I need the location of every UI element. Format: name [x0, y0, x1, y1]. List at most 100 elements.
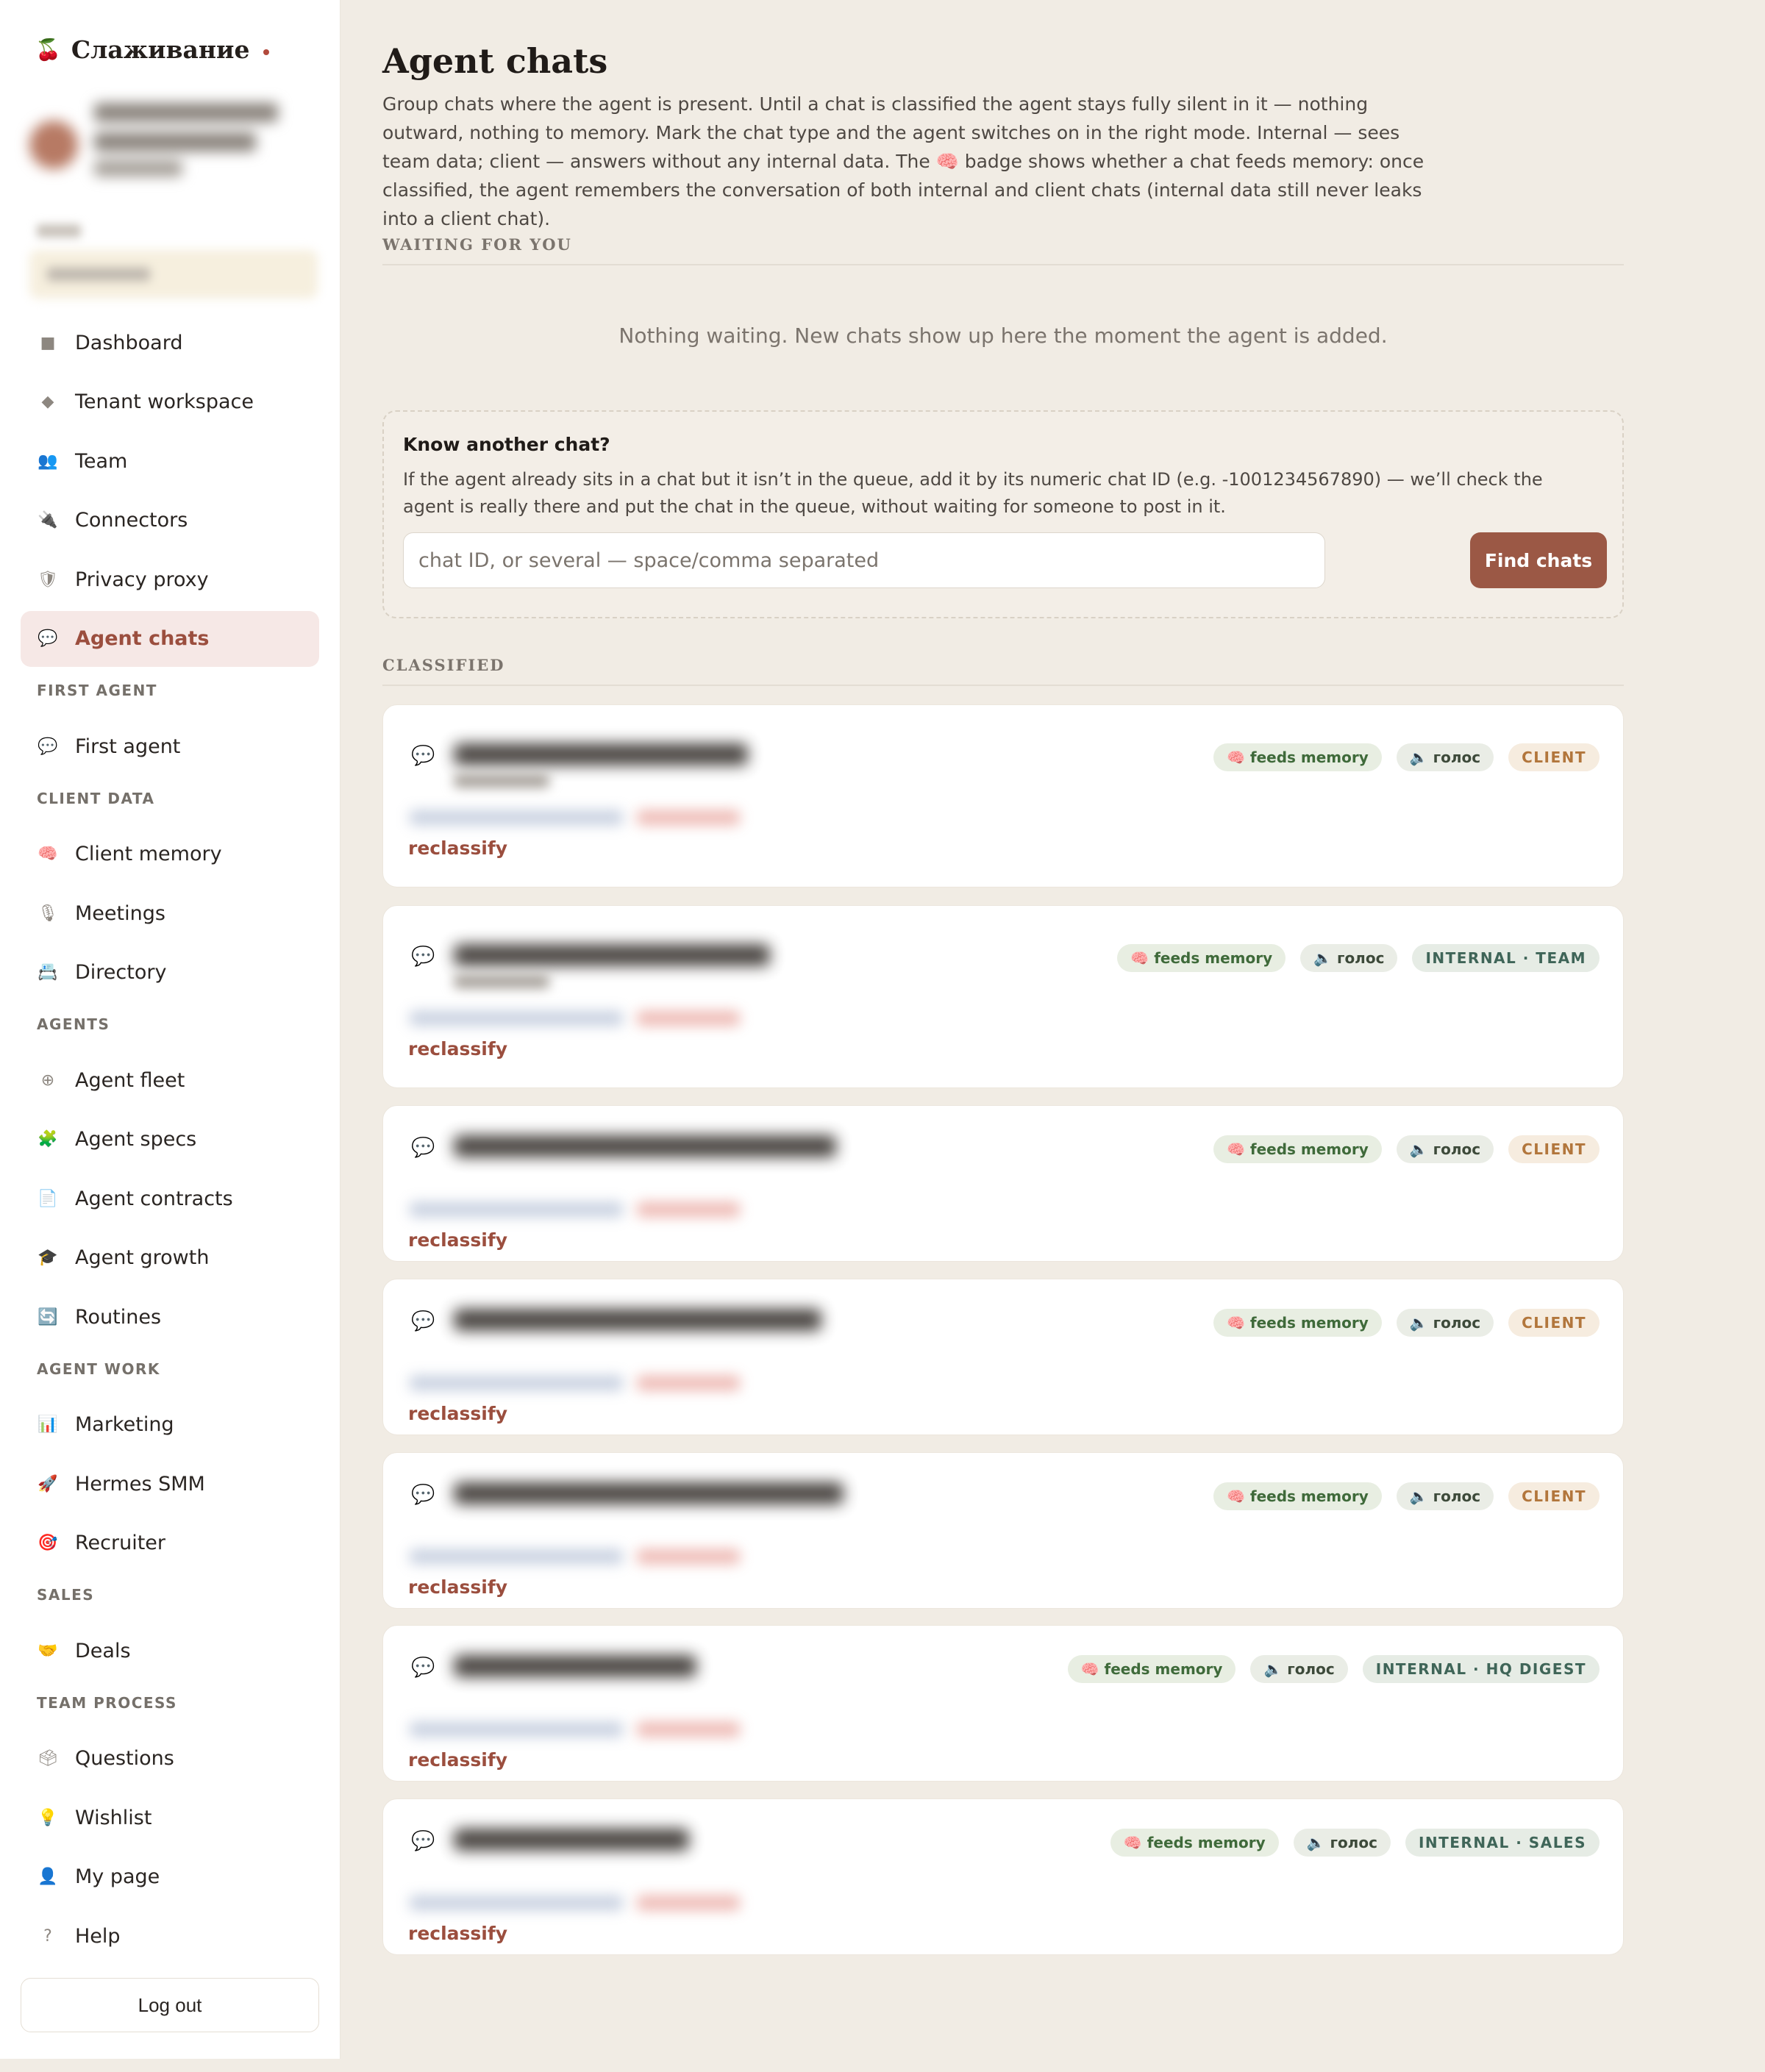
chat-title-blurred: [454, 743, 748, 765]
status-dot: [263, 49, 269, 55]
sidebar-item-help[interactable]: ? Help: [21, 1908, 319, 1964]
cherry-logo-icon: 🍒: [35, 37, 61, 62]
agent-growth-icon: 🎓: [38, 1248, 58, 1267]
chat-bubble-icon: 💬: [411, 1484, 435, 1506]
waiting-heading: WAITING FOR YOU: [382, 235, 1624, 265]
feeds-memory-badge: 🧠 feeds memory: [1213, 1309, 1382, 1337]
chat-meta-blurred: [410, 810, 623, 825]
chat-status-blurred: [637, 1549, 740, 1564]
chat-card: 💬 reclassify 🧠 feeds memory 🔈 голос CLIENT: [382, 1279, 1624, 1435]
chat-badges: 🧠 feeds memory 🔈 голос INTERNAL · SALES: [1110, 1829, 1600, 1857]
chat-type-badge: INTERNAL · TEAM: [1412, 944, 1600, 972]
sidebar-item-tenant-workspace[interactable]: ◆ Tenant workspace: [21, 374, 319, 430]
reclassify-link[interactable]: reclassify: [408, 1403, 507, 1424]
sidebar-item-agent-growth[interactable]: 🎓 Agent growth: [21, 1230, 319, 1286]
sidebar-item-label: First agent: [75, 735, 181, 758]
chat-type-badge: CLIENT: [1508, 1482, 1600, 1510]
voice-badge: 🔈 голос: [1396, 1482, 1494, 1510]
sidebar-item-agent-fleet[interactable]: ⊕ Agent fleet: [21, 1052, 319, 1108]
sidebar-item-deals[interactable]: 🤝 Deals: [21, 1623, 319, 1679]
avatar: [29, 121, 78, 169]
chat-id-input[interactable]: [403, 532, 1325, 588]
sidebar-item-connectors[interactable]: 🔌 Connectors: [21, 493, 319, 549]
sidebar-item-directory[interactable]: 📇 Directory: [21, 945, 319, 1001]
chat-bubble-icon: 💬: [411, 1310, 435, 1332]
chat-type-badge: CLIENT: [1508, 743, 1600, 771]
chat-badges: 🧠 feeds memory 🔈 голос CLIENT: [1213, 743, 1600, 771]
sidebar-item-client-memory[interactable]: 🧠 Client memory: [21, 826, 319, 882]
find-chats-button[interactable]: Find chats: [1470, 532, 1607, 588]
voice-badge: 🔈 голос: [1250, 1655, 1348, 1683]
page-title: Agent chats: [382, 41, 608, 81]
reclassify-link[interactable]: reclassify: [408, 1749, 507, 1771]
chat-meta-blurred: [410, 1202, 623, 1217]
chat-meta-blurred: [410, 1549, 623, 1564]
questions-icon: 🗳: [38, 1749, 58, 1768]
sidebar-item-label: Agent chats: [75, 627, 210, 650]
wishlist-icon: 💡: [38, 1808, 58, 1827]
chat-status-blurred: [637, 1011, 740, 1026]
reclassify-link[interactable]: reclassify: [408, 1229, 507, 1251]
sidebar-section-first-agent: FIRST AGENT: [37, 682, 157, 699]
sidebar-item-agent-contracts[interactable]: 📄 Agent contracts: [21, 1171, 319, 1226]
chat-bubble-icon: 💬: [411, 1137, 435, 1159]
user-profile-blurred[interactable]: [26, 96, 321, 191]
agent-fleet-icon: ⊕: [40, 1071, 55, 1090]
sidebar-item-privacy-proxy[interactable]: 🛡 Privacy proxy: [21, 551, 319, 607]
tenant-select-blurred[interactable]: [29, 250, 318, 299]
client-memory-icon: 🧠: [38, 845, 58, 863]
reclassify-link[interactable]: reclassify: [408, 1038, 507, 1060]
sidebar-item-label: Marketing: [75, 1413, 174, 1436]
chat-card: 💬 reclassify 🧠 feeds memory 🔈 голос CLIENT: [382, 1105, 1624, 1262]
sidebar-item-agent-chats[interactable]: 💬 Agent chats: [21, 610, 319, 667]
sidebar-item-label: Help: [75, 1924, 121, 1948]
chat-title-blurred: [454, 944, 770, 966]
sidebar-section-team-process: TEAM PROCESS: [37, 1693, 177, 1712]
sidebar-item-label: Directory: [75, 961, 167, 984]
sidebar-item-agent-specs[interactable]: 🧩 Agent specs: [21, 1112, 319, 1168]
chat-badges: 🧠 feeds memory 🔈 голос CLIENT: [1213, 1135, 1600, 1163]
sidebar-item-label: Meetings: [75, 901, 165, 925]
chat-card: 💬 reclassify 🧠 feeds memory 🔈 голос INTERNAL…: [382, 1798, 1624, 1955]
sidebar-item-meetings[interactable]: 🎙 Meetings: [21, 885, 319, 941]
sidebar-item-label: Wishlist: [75, 1806, 152, 1829]
logout-button[interactable]: Log out: [21, 1978, 319, 2032]
chat-meta-blurred: [410, 1896, 623, 1910]
sidebar-item-wishlist[interactable]: 💡 Wishlist: [21, 1790, 319, 1846]
brand[interactable]: 🍒 Слаживание: [35, 35, 269, 64]
page-intro: Group chats where the agent is present. …: [382, 93, 1425, 229]
sidebar-item-my-page[interactable]: 👤 My page: [21, 1849, 319, 1905]
sidebar-item-first-agent[interactable]: 💬 First agent: [21, 718, 319, 774]
chat-type-badge: CLIENT: [1508, 1135, 1600, 1163]
chat-title-blurred: [454, 1309, 821, 1331]
sidebar-item-team[interactable]: 👥 Team: [21, 433, 319, 489]
sidebar-item-hermes-smm[interactable]: 🚀 Hermes SMM: [21, 1456, 319, 1512]
sidebar-item-recruiter[interactable]: 🎯 Recruiter: [21, 1515, 319, 1571]
my-page-icon: 👤: [38, 1868, 58, 1886]
meetings-icon: 🎙: [38, 904, 58, 923]
waiting-empty-state: Nothing waiting. New chats show up here …: [618, 324, 1388, 348]
know-another-chat-panel: Know another chat? If the agent already …: [382, 410, 1624, 618]
reclassify-link[interactable]: reclassify: [408, 1923, 507, 1944]
sidebar-section-sales: SALES: [37, 1586, 95, 1604]
reclassify-link[interactable]: reclassify: [408, 837, 507, 859]
know-heading: Know another chat?: [403, 434, 610, 455]
chat-subtitle-blurred: [454, 774, 549, 787]
agent-chats-icon: 💬: [38, 629, 58, 648]
reclassify-link[interactable]: reclassify: [408, 1576, 507, 1598]
privacy-proxy-icon: 🛡: [38, 570, 58, 589]
sidebar-item-label: Connectors: [75, 509, 188, 532]
sidebar-item-label: Dashboard: [75, 331, 183, 354]
feeds-memory-badge: 🧠 feeds memory: [1110, 1829, 1279, 1857]
sidebar-item-routines[interactable]: 🔄 Routines: [21, 1289, 319, 1345]
sidebar-section-agent-work: AGENT WORK: [37, 1360, 160, 1378]
chat-status-blurred: [637, 1376, 740, 1390]
sidebar-item-label: Client memory: [75, 843, 222, 865]
sidebar-section-agents: AGENTS: [37, 1015, 110, 1033]
sidebar-item-label: Team: [75, 449, 128, 473]
sidebar-item-questions[interactable]: 🗳 Questions: [21, 1731, 319, 1787]
sidebar-item-marketing[interactable]: 📊 Marketing: [21, 1397, 319, 1453]
hermes-smm-icon: 🚀: [38, 1474, 58, 1493]
chat-card: 💬 reclassify 🧠 feeds memory 🔈 голос INTERNAL…: [382, 905, 1624, 1088]
sidebar-item-dashboard[interactable]: ■ Dashboard: [21, 315, 319, 371]
